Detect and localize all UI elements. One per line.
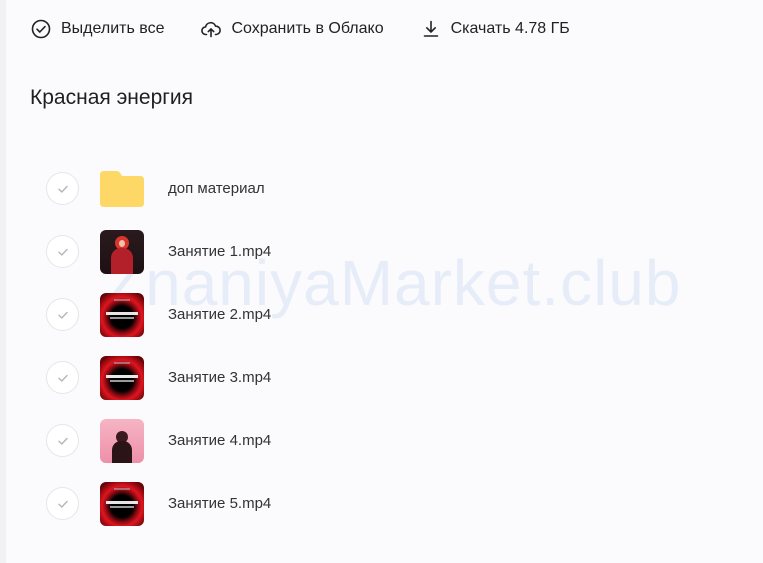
save-to-cloud-label: Сохранить в Облако: [231, 20, 384, 37]
save-to-cloud-button[interactable]: Сохранить в Облако: [200, 18, 384, 40]
select-checkbox[interactable]: [46, 235, 79, 268]
list-item-video[interactable]: Занятие 1.mp4: [46, 220, 646, 283]
download-label: Скачать 4.78 ГБ: [450, 20, 570, 37]
checkmark-icon: [57, 374, 68, 382]
folder-icon: [100, 170, 144, 207]
select-all-button[interactable]: Выделить все: [30, 18, 164, 40]
select-checkbox[interactable]: [46, 172, 79, 205]
download-button[interactable]: Скачать 4.78 ГБ: [420, 18, 570, 40]
video-thumbnail: [100, 355, 144, 400]
video-thumbnail: [100, 292, 144, 337]
list-item-video[interactable]: Занятие 4.mp4: [46, 409, 646, 472]
checkmark-icon: [57, 311, 68, 319]
folder-title: Красная энергия: [30, 86, 194, 109]
select-checkbox[interactable]: [46, 487, 79, 520]
checkmark-icon: [57, 437, 68, 445]
check-circle-icon: [31, 19, 51, 39]
file-name[interactable]: Занятие 2.mp4: [168, 306, 271, 323]
checkmark-icon: [57, 185, 68, 193]
video-thumbnail: [100, 418, 144, 463]
file-name[interactable]: Занятие 1.mp4: [168, 243, 271, 260]
checkmark-icon: [57, 500, 68, 508]
video-thumbnail: [100, 481, 144, 526]
file-name[interactable]: доп материал: [168, 180, 265, 197]
list-item-video[interactable]: Занятие 3.mp4: [46, 346, 646, 409]
select-checkbox[interactable]: [46, 424, 79, 457]
select-checkbox[interactable]: [46, 298, 79, 331]
video-thumbnail: [100, 229, 144, 274]
file-name[interactable]: Занятие 5.mp4: [168, 495, 271, 512]
checkmark-icon: [57, 248, 68, 256]
select-checkbox[interactable]: [46, 361, 79, 394]
list-item-folder[interactable]: доп материал: [46, 157, 646, 220]
list-item-video[interactable]: Занятие 2.mp4: [46, 283, 646, 346]
list-item-video[interactable]: Занятие 5.mp4: [46, 472, 646, 535]
download-icon: [423, 20, 438, 37]
cloud-upload-icon: [201, 21, 222, 38]
file-name[interactable]: Занятие 4.mp4: [168, 432, 271, 449]
file-name[interactable]: Занятие 3.mp4: [168, 369, 271, 386]
file-list: доп материал Занятие 1.mp4 Занятие 2.mp4…: [46, 157, 646, 535]
left-panel-edge: [0, 0, 6, 563]
select-all-label: Выделить все: [61, 20, 165, 37]
toolbar: Выделить все Сохранить в Облако Скачать …: [30, 14, 606, 44]
